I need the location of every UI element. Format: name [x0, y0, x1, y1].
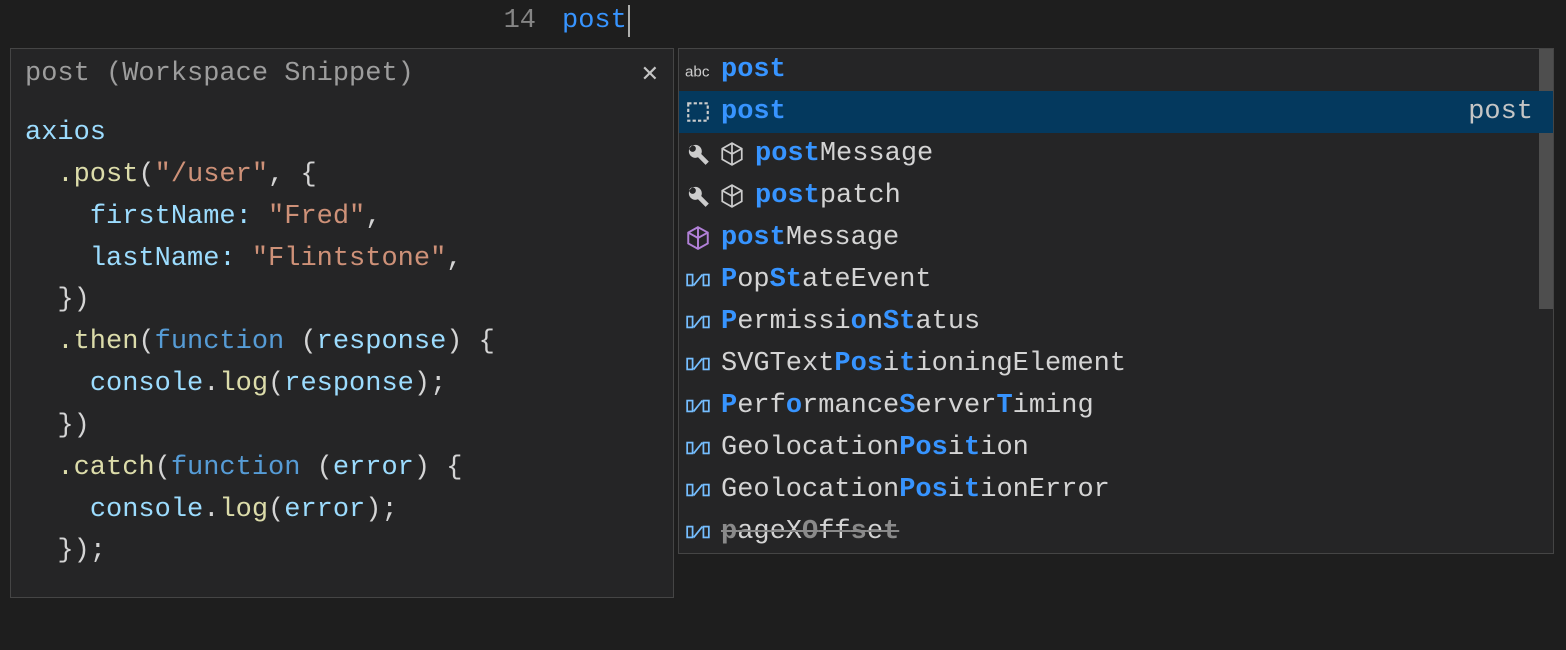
suggestion-iconset — [683, 433, 713, 463]
snippet-body: axios .post("/user", { firstName: "Fred"… — [25, 113, 659, 573]
code-token: console — [90, 495, 203, 525]
close-icon[interactable]: ✕ — [641, 61, 659, 87]
code-token: axios — [25, 118, 106, 148]
code-token: .post — [57, 160, 138, 190]
suggestion-row[interactable]: PerformanceServerTiming — [679, 385, 1553, 427]
code-token: , — [446, 244, 462, 274]
code-token: function — [155, 327, 301, 357]
code-token: response — [317, 327, 447, 357]
wrench-icon — [683, 181, 713, 211]
code-token: .then — [57, 327, 138, 357]
variable-icon — [683, 433, 713, 463]
suggestion-label: PermissionStatus — [721, 307, 980, 337]
wrench-icon — [683, 139, 713, 169]
suggestion-row[interactable]: postMessage — [679, 217, 1553, 259]
code-token: "Fred" — [252, 202, 365, 232]
line-number: 14 — [0, 6, 560, 36]
editor-line: 14 post — [0, 0, 1566, 42]
suggestion-list: post post post postMessage postpatch postMess… — [678, 48, 1554, 554]
code-token: }); — [57, 536, 106, 566]
suggestion-label: GeolocationPositionError — [721, 475, 1110, 505]
code-token: ); — [414, 369, 446, 399]
cube-outline-icon — [717, 139, 747, 169]
abc-icon — [683, 55, 713, 85]
code-token: ( — [138, 327, 154, 357]
suggestion-iconset — [683, 307, 713, 337]
suggestion-iconset — [683, 517, 713, 547]
code-token: log — [219, 369, 268, 399]
suggestion-row[interactable]: PermissionStatus — [679, 301, 1553, 343]
suggestion-label: PerformanceServerTiming — [721, 391, 1094, 421]
code-token: ( — [317, 453, 333, 483]
cube-outline-icon — [717, 181, 747, 211]
suggestion-iconset — [683, 349, 713, 379]
code-token: error — [333, 453, 414, 483]
typed-token[interactable]: post — [560, 6, 629, 36]
suggestion-detail: post — [1468, 97, 1543, 127]
code-token: , — [365, 202, 381, 232]
snippet-icon — [683, 97, 713, 127]
suggestion-label: PopStateEvent — [721, 265, 932, 295]
suggestion-iconset — [683, 391, 713, 421]
code-token: ( — [268, 369, 284, 399]
cube-icon — [683, 223, 713, 253]
suggestion-iconset — [683, 475, 713, 505]
variable-icon — [683, 391, 713, 421]
suggestion-iconset — [683, 181, 747, 211]
suggestion-label: postMessage — [755, 139, 933, 169]
code-token: "Flintstone" — [236, 244, 447, 274]
code-token: function — [171, 453, 317, 483]
code-token: error — [284, 495, 365, 525]
suggestion-label: GeolocationPosition — [721, 433, 1029, 463]
code-token: ); — [365, 495, 397, 525]
suggestion-iconset — [683, 55, 713, 85]
suggestion-iconset — [683, 223, 713, 253]
suggestion-row[interactable]: PopStateEvent — [679, 259, 1553, 301]
code-token: .catch — [57, 453, 154, 483]
variable-icon — [683, 517, 713, 547]
suggestion-row[interactable]: GeolocationPositionError — [679, 469, 1553, 511]
suggestion-row[interactable]: postpatch — [679, 175, 1553, 217]
code-token: , { — [268, 160, 317, 190]
code-token: firstName: — [90, 202, 252, 232]
code-token: ( — [300, 327, 316, 357]
code-token: ) { — [446, 327, 495, 357]
suggestion-label: postMessage — [721, 223, 899, 253]
code-token: ( — [268, 495, 284, 525]
code-token: log — [219, 495, 268, 525]
suggestion-details-panel: post (Workspace Snippet) ✕ axios .post("… — [10, 48, 674, 598]
details-title: post (Workspace Snippet) — [25, 59, 414, 89]
code-token: . — [203, 369, 219, 399]
suggestion-row[interactable]: pageXOffset — [679, 511, 1553, 553]
code-token: ) { — [414, 453, 463, 483]
code-token: "/user" — [155, 160, 268, 190]
suggestion-row[interactable]: postMessage — [679, 133, 1553, 175]
variable-icon — [683, 265, 713, 295]
variable-icon — [683, 349, 713, 379]
variable-icon — [683, 307, 713, 337]
code-token: }) — [57, 411, 89, 441]
code-token: ( — [138, 160, 154, 190]
suggestion-label: postpatch — [755, 181, 901, 211]
code-token: }) — [57, 285, 89, 315]
suggestion-row[interactable]: GeolocationPosition — [679, 427, 1553, 469]
code-token: response — [284, 369, 414, 399]
suggestion-label: post — [721, 55, 786, 85]
code-token: lastName: — [90, 244, 236, 274]
suggestion-row[interactable]: post post — [679, 91, 1553, 133]
code-token: . — [203, 495, 219, 525]
details-header: post (Workspace Snippet) ✕ — [25, 59, 659, 89]
text-caret — [628, 5, 630, 37]
suggestion-row[interactable]: post — [679, 49, 1553, 91]
suggestion-iconset — [683, 97, 713, 127]
suggestion-iconset — [683, 139, 747, 169]
suggestion-label: SVGTextPositioningElement — [721, 349, 1126, 379]
suggestion-label: pageXOffset — [721, 517, 899, 547]
code-token: ( — [155, 453, 171, 483]
variable-icon — [683, 475, 713, 505]
suggestion-iconset — [683, 265, 713, 295]
suggestion-row[interactable]: SVGTextPositioningElement — [679, 343, 1553, 385]
suggestion-label: post — [721, 97, 786, 127]
code-token: console — [90, 369, 203, 399]
